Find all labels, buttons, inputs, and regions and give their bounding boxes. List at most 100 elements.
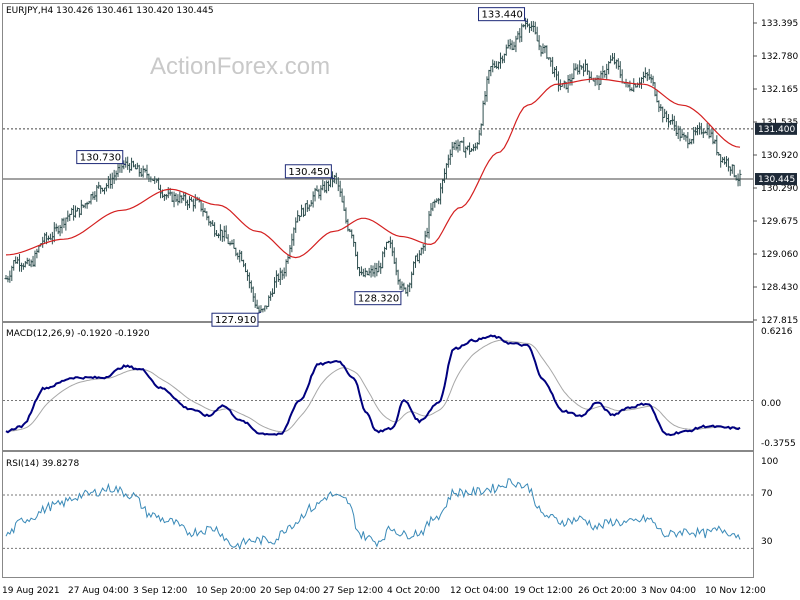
price-bar [327,180,331,192]
price-bar [551,56,555,75]
price-bar [178,191,182,204]
price-bar [483,91,487,106]
chart-canvas: ActionForex.com EURJPY,H4 130.426 130.46… [2,3,798,596]
price-bar [101,187,105,192]
macd-tick: 0.6216 [761,327,793,337]
price-bar [369,265,373,278]
watermark: ActionForex.com [150,53,330,80]
price-bar [52,222,56,243]
price-bar [213,222,217,237]
price-bar [216,233,220,239]
price-bar [516,31,520,40]
price-bar [390,239,394,257]
price-bar [110,172,114,189]
price-bar [199,200,203,212]
price-bar [251,286,255,302]
symbol-title: EURJPY,H4 130.426 130.461 130.420 130.44… [6,6,214,16]
price-bar [290,233,294,253]
price-bar [713,139,717,144]
price-bar [456,139,460,153]
rsi-tick: 100 [761,457,778,467]
price-bar [145,164,149,179]
rsi-tick: 70 [761,489,773,499]
x-tick: 19 Oct 12:00 [514,586,573,596]
price-bar [12,260,16,271]
price-bar [164,193,168,200]
price-bar [286,254,290,264]
price-bar [191,198,195,212]
price-bar [450,141,454,158]
macd-tick: -0.3755 [761,439,796,449]
price-bar [481,100,485,126]
price-bar [498,52,502,69]
price-bar [133,164,137,170]
price-bar [574,63,578,71]
price-bar [732,164,736,178]
price-bar [10,265,14,282]
rsi-title: RSI(14) 39.8278 [6,459,79,469]
price-annotation: 133.440 [478,7,528,23]
price-bar [572,63,576,80]
price-bar [97,181,101,189]
price-bar [684,134,688,142]
price-bar [723,156,727,165]
price-bar [247,272,251,289]
price-bar [104,183,108,192]
price-bar [188,196,191,209]
price-tick: 129.060 [761,250,798,260]
annotation-label: 130.450 [288,167,329,178]
price-bar [375,263,379,277]
macd-title: MACD(12,26,9) -0.1920 -0.1920 [6,329,150,339]
price-bar [454,140,458,151]
price-bar [363,267,367,278]
price-bar [139,167,143,178]
price-bar [555,65,558,81]
price-bar [688,138,692,145]
price-bar [224,225,228,239]
price-bar [545,45,549,59]
price-bar [724,156,728,167]
price-tick: 132.780 [761,52,798,62]
price-bar [274,270,278,288]
price-bar [379,262,383,274]
price-bar [458,141,462,151]
price-bar [307,204,311,212]
price-bar [448,149,452,165]
price-bar [120,162,124,173]
rsi-panel[interactable] [2,451,754,578]
x-tick: 3 Nov 04:00 [641,586,696,596]
price-bar [651,75,655,87]
price-bar [23,261,27,268]
price-bar [77,208,81,218]
price-tick: 130.920 [761,151,798,161]
price-bar [130,157,134,171]
price-bar [616,58,620,70]
price-bar [79,199,83,216]
price-bar [311,191,315,208]
price-bar [172,191,176,208]
price-bar [377,260,381,273]
price-bar [595,75,599,86]
price-bar [18,254,22,272]
price-bar [549,57,553,67]
price-bar [72,205,76,221]
price-bar [431,201,435,212]
price-bar [556,71,560,92]
price-bar [220,229,224,242]
price-bar [207,215,211,226]
price-bar [738,169,742,187]
price-bar [64,217,68,231]
price-bar [255,299,259,309]
price-bar [70,207,74,215]
price-bar [334,172,338,185]
price-tick: 128.430 [761,283,798,293]
price-tick: 133.395 [761,19,798,29]
rsi-y-axis: 100 70 30 [761,457,778,547]
price-bar [106,176,110,189]
price-bar [609,55,613,64]
price-bar [359,266,363,276]
price-bar [570,73,574,86]
price-bar [170,191,174,203]
price-bar [103,187,107,195]
price-bar [632,78,636,93]
